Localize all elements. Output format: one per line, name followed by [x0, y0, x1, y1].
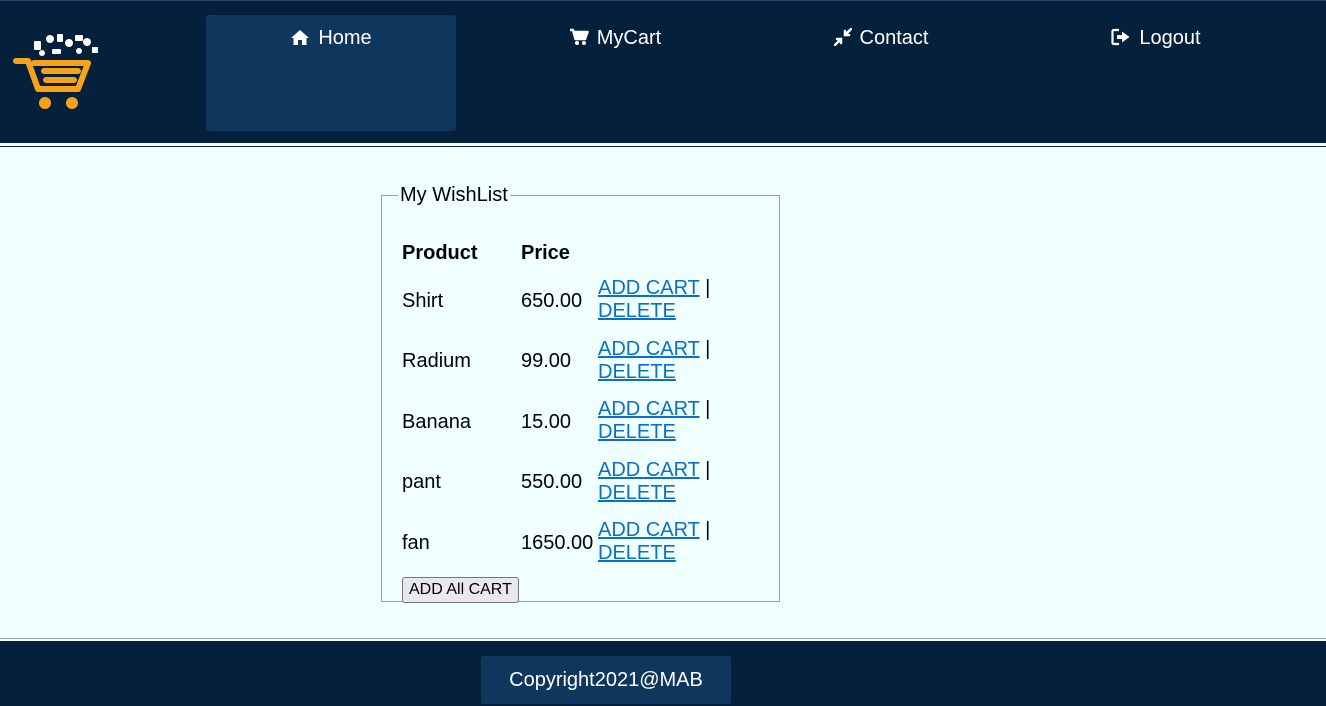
- copyright-text: Copyright2021@MAB: [481, 656, 731, 704]
- nav-logout-label: Logout: [1139, 27, 1201, 49]
- footer-divider: [0, 638, 1326, 639]
- product-price: 15.00: [521, 411, 572, 433]
- product-name: Banana: [402, 411, 471, 433]
- home-icon: [290, 29, 310, 52]
- footer: Copyright2021@MAB: [0, 641, 1326, 706]
- row-actions: ADD CART | DELETE: [598, 519, 710, 565]
- nav-logout[interactable]: Logout: [1031, 15, 1281, 131]
- shopping-cart-logo: [13, 34, 98, 109]
- add-cart-link[interactable]: ADD CART: [598, 338, 700, 360]
- delete-link[interactable]: DELETE: [598, 482, 676, 504]
- action-separator: |: [705, 519, 711, 541]
- product-price: 650.00: [521, 290, 583, 312]
- product-name: pant: [402, 471, 441, 493]
- table-row: fan 1650.00 ADD CART | DELETE: [382, 519, 779, 569]
- delete-link[interactable]: DELETE: [598, 300, 676, 322]
- product-name: Radium: [402, 350, 471, 372]
- product-price: 550.00: [521, 471, 583, 493]
- nav-contact-label: Contact: [859, 27, 929, 49]
- product-price: 99.00: [521, 350, 572, 372]
- action-separator: |: [705, 459, 711, 481]
- row-actions: ADD CART | DELETE: [598, 338, 710, 384]
- delete-link[interactable]: DELETE: [598, 361, 676, 383]
- row-actions: ADD CART | DELETE: [598, 277, 710, 323]
- header: Home MyCart Contact Logout: [0, 0, 1326, 143]
- product-price: 1650.00: [521, 532, 594, 554]
- logout-icon: [1111, 28, 1131, 52]
- nav-contact[interactable]: Contact: [756, 15, 1006, 131]
- compress-icon: [833, 27, 852, 52]
- nav-home-label: Home: [318, 27, 372, 49]
- action-separator: |: [705, 338, 711, 360]
- table-row: pant 550.00 ADD CART | DELETE: [382, 459, 779, 509]
- nav-home[interactable]: Home: [206, 15, 456, 131]
- wishlist-legend: My WishList: [400, 184, 508, 206]
- add-cart-link[interactable]: ADD CART: [598, 277, 700, 299]
- table-row: Shirt 650.00 ADD CART | DELETE: [382, 277, 779, 327]
- add-cart-link[interactable]: ADD CART: [598, 398, 700, 420]
- table-row: Banana 15.00 ADD CART | DELETE: [382, 398, 779, 448]
- row-actions: ADD CART | DELETE: [598, 459, 710, 505]
- row-actions: ADD CART | DELETE: [598, 398, 710, 444]
- column-header-product: Product: [402, 242, 478, 264]
- delete-link[interactable]: DELETE: [598, 421, 676, 443]
- cart-icon: [569, 28, 589, 52]
- nav-mycart-label: MyCart: [596, 27, 662, 49]
- product-name: Shirt: [402, 290, 444, 312]
- column-header-price: Price: [521, 242, 570, 264]
- wishlist-panel: My WishList Product Price Shirt 650.00 A…: [381, 184, 780, 603]
- action-separator: |: [705, 277, 711, 299]
- action-separator: |: [705, 398, 711, 420]
- product-name: fan: [402, 532, 430, 554]
- add-cart-link[interactable]: ADD CART: [598, 459, 700, 481]
- header-divider: [0, 146, 1326, 147]
- add-all-cart-button[interactable]: ADD All CART: [402, 577, 519, 603]
- add-cart-link[interactable]: ADD CART: [598, 519, 700, 541]
- nav-mycart[interactable]: MyCart: [490, 15, 740, 131]
- table-row: Radium 99.00 ADD CART | DELETE: [382, 338, 779, 388]
- delete-link[interactable]: DELETE: [598, 542, 676, 564]
